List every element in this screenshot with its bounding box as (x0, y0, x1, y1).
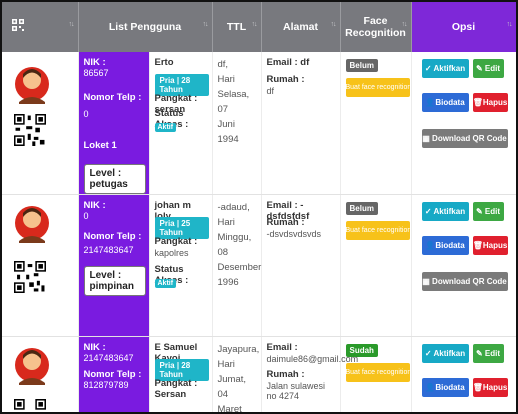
ttl-header[interactable]: TTL↑↓ (212, 2, 261, 52)
level-badge: Level : petugas (84, 164, 146, 194)
table-row: NIK :2147483647 Nomor Telp :812879789 E … (2, 336, 516, 414)
aktifkan-button[interactable]: ✓ Aktifkan (422, 344, 469, 363)
face-status-badge: Sudah (346, 344, 378, 357)
table-row: NIK :86567 Nomor Telp :0 Loket 1 Level :… (2, 52, 516, 194)
photo-cell (2, 52, 78, 194)
ttl-cell: Jayapura,HariJumat, 04Maret 1994 (212, 336, 261, 414)
alamat-cell: Email : daimule86@gmail.com Rumah : Jala… (261, 336, 340, 414)
edit-button[interactable]: ✎ Edit (473, 344, 504, 363)
qr-code-icon (12, 19, 24, 34)
user-avatar-icon (14, 201, 50, 243)
hapus-button[interactable]: 🗑Hapus (473, 378, 508, 397)
sort-icon[interactable]: ↑↓ (252, 21, 257, 28)
user-id-cell: NIK :0 Nomor Telp :2147483647 Level : pi… (78, 194, 149, 336)
rumah-text: df (267, 86, 337, 96)
buat-face-recognition-button[interactable]: Buat face recognition (346, 78, 410, 97)
biodata-button[interactable]: 👤Biodata (422, 93, 469, 112)
sort-icon[interactable]: ↑↓ (402, 21, 407, 28)
alamat-header[interactable]: Alamat↑↓ (261, 2, 340, 52)
hapus-button[interactable]: 🗑Hapus (473, 93, 508, 112)
status-badge: Aktif (155, 123, 177, 132)
alamat-cell: Email : -dsfdsfdsf Rumah : -dsvdsvdsvds (261, 194, 340, 336)
user-avatar-icon (14, 343, 50, 385)
qr-code-image (14, 261, 46, 293)
loket-label: Loket 1 (84, 140, 146, 151)
rumah-text: Jalan sulawesi no 4274 (267, 381, 337, 401)
alamat-cell: Email : df Rumah : df (261, 52, 340, 194)
opsi-cell: ✓ Aktifkan ✎ Edit 👤Biodata 🗑Hapus ▦ Down… (411, 52, 516, 194)
user-info-cell: johan m loly Pria | 25 Tahun Pangkat : k… (149, 194, 212, 336)
face-status-badge: Belum (346, 202, 378, 215)
sort-icon[interactable]: ↑↓ (507, 21, 512, 28)
photo-cell (2, 194, 78, 336)
list-pengguna-header[interactable]: List Pengguna↑↓ (78, 2, 212, 52)
download-qr-button[interactable]: ▦ Download QR Code (422, 129, 508, 148)
user-info-cell: Erto Pria | 28 Tahun Pangkat : sersan St… (149, 52, 212, 194)
user-table: ↑↓ List Pengguna↑↓ TTL↑↓ Alamat↑↓ Face R… (2, 2, 517, 414)
rumah-text: -dsvdsvdsvds (267, 229, 337, 239)
face-cell: Belum Buat face recognition (340, 194, 411, 336)
qr-column-header[interactable]: ↑↓ (2, 2, 78, 52)
user-id-cell: NIK :86567 Nomor Telp :0 Loket 1 Level :… (78, 52, 149, 194)
email-text: Email : df (267, 57, 337, 68)
face-recognition-header[interactable]: Face Recognition↑↓ (340, 2, 411, 52)
table-row: NIK :0 Nomor Telp :2147483647 Level : pi… (2, 194, 516, 336)
opsi-header[interactable]: Opsi↑↓ (411, 2, 516, 52)
biodata-button[interactable]: 👤Biodata (422, 378, 469, 397)
buat-face-recognition-button[interactable]: Buat face recognition (346, 363, 410, 382)
user-avatar-icon (14, 62, 50, 104)
email-text: daimule86@gmail.com (267, 354, 337, 364)
ttl-cell: -adaud,HariMinggu, 08Desember1996 (212, 194, 261, 336)
biodata-button[interactable]: 👤Biodata (422, 236, 469, 255)
pangkat-text: Pangkat : Sersan (155, 378, 209, 400)
user-table-frame: ↑↓ List Pengguna↑↓ TTL↑↓ Alamat↑↓ Face R… (0, 0, 518, 414)
user-name: Erto (155, 57, 209, 68)
download-qr-button[interactable]: ▦ Download QR Code (422, 272, 508, 291)
sort-icon[interactable]: ↑↓ (331, 21, 336, 28)
opsi-cell: ✓ Aktifkan ✎ Edit 👤Biodata 🗑Hapus ▦ Down… (411, 194, 516, 336)
user-info-cell: E Samuel Kayoi Pria | 28 Tahun Pangkat :… (149, 336, 212, 414)
photo-cell (2, 336, 78, 414)
pangkat-text: kapolres (155, 248, 209, 258)
status-badge: Aktif (155, 279, 177, 288)
qr-code-image (14, 114, 46, 146)
face-cell: Belum Buat face recognition (340, 52, 411, 194)
face-status-badge: Belum (346, 59, 378, 72)
edit-button[interactable]: ✎ Edit (473, 202, 504, 221)
ttl-cell: df,HariSelasa, 07Juni 1994 (212, 52, 261, 194)
opsi-cell: ✓ Aktifkan ✎ Edit 👤Biodata 🗑Hapus (411, 336, 516, 414)
face-cell: Sudah Buat face recognition (340, 336, 411, 414)
hapus-button[interactable]: 🗑Hapus (473, 236, 508, 255)
sort-icon[interactable]: ↑↓ (203, 21, 208, 28)
edit-button[interactable]: ✎ Edit (473, 59, 504, 78)
user-id-cell: NIK :2147483647 Nomor Telp :812879789 (78, 336, 149, 414)
aktifkan-button[interactable]: ✓ Aktifkan (422, 59, 469, 78)
aktifkan-button[interactable]: ✓ Aktifkan (422, 202, 469, 221)
level-badge: Level : pimpinan (84, 266, 146, 296)
sort-icon[interactable]: ↑↓ (69, 21, 74, 28)
buat-face-recognition-button[interactable]: Buat face recognition (346, 221, 410, 240)
